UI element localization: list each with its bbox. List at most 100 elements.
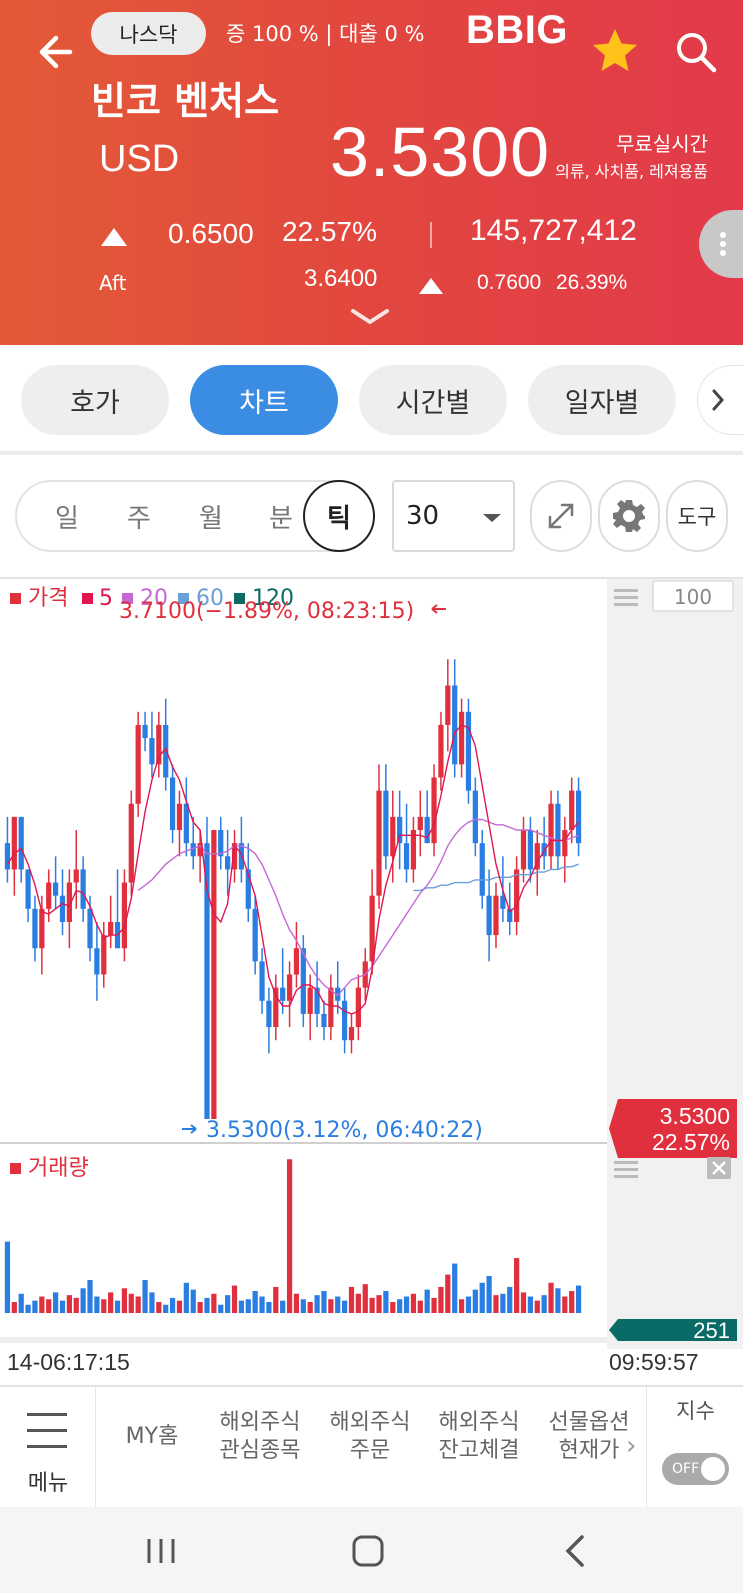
volume-bar (4, 1241, 11, 1313)
interval-select[interactable]: 30 (392, 480, 515, 552)
recent-apps-button[interactable] (137, 1527, 185, 1575)
drawing-tools-button[interactable]: 도구 (666, 480, 728, 552)
volume-bar (472, 1289, 478, 1313)
system-navigation-bar (0, 1507, 743, 1593)
volume-bar (293, 1293, 300, 1313)
candle-body (445, 685, 451, 725)
favorite-button[interactable] (590, 26, 640, 76)
candle-body (25, 869, 31, 909)
high-annotation: 3.7100(−1.89%, 08:23:15) (119, 599, 414, 624)
candle-body (341, 1000, 348, 1041)
volume-bar (438, 1286, 444, 1313)
price-chart[interactable]: 3.70003.68003.66003.64003.62003.60003.58… (0, 579, 743, 1349)
nav-order[interactable]: 해외주식 주문 (315, 1409, 425, 1465)
candle-body (39, 908, 45, 949)
chart-scrollbar[interactable] (0, 1337, 607, 1343)
menu-button[interactable]: 메뉴 (0, 1387, 96, 1507)
period-minute[interactable]: 분 (251, 482, 311, 550)
tab-by-date[interactable]: 일자별 (528, 365, 676, 435)
gear-icon (613, 500, 645, 532)
candle-body (32, 908, 38, 949)
hamburger-icon (27, 1413, 67, 1461)
nav-my-home[interactable]: MY홈 (97, 1423, 207, 1451)
nav-balance[interactable]: 해외주식 잔고체결 (424, 1409, 534, 1465)
after-hours-label: Aft (99, 271, 127, 295)
nav-watchlist[interactable]: 해외주식 관심종목 (205, 1409, 315, 1465)
close-icon[interactable] (707, 1157, 731, 1179)
expand-header-button[interactable] (349, 306, 391, 328)
after-hours-change-percent: 26.39% (556, 271, 628, 294)
volume-bar (321, 1291, 327, 1313)
volume-bar (493, 1295, 499, 1313)
arrow-left-icon (431, 604, 446, 614)
home-button[interactable] (344, 1527, 392, 1575)
volume-bar (39, 1296, 45, 1313)
exchange-badge: 나스닥 (91, 12, 206, 55)
nav-label: 해외주식 (329, 1410, 411, 1435)
volume-bar (32, 1300, 38, 1313)
period-tick[interactable]: 틱 (303, 480, 375, 552)
current-pct-tag-value: 22.57% (652, 1129, 730, 1155)
volume-bar (169, 1297, 176, 1313)
chart-settings-button[interactable] (598, 480, 660, 552)
candle-body (225, 856, 231, 870)
candle-body (424, 816, 430, 844)
volume-bar (197, 1302, 203, 1313)
period-day[interactable]: 일 (37, 482, 97, 550)
price-change-percent: 22.57% (282, 216, 377, 247)
candle-body (87, 908, 93, 949)
volume-bar (18, 1293, 24, 1313)
current-price: 3.5300 (330, 113, 551, 191)
handle-lines-icon[interactable] (614, 589, 638, 606)
volume-bar (66, 1295, 72, 1313)
volume-bar (73, 1297, 79, 1313)
chevron-right-icon[interactable]: › (626, 1431, 636, 1461)
chart-area[interactable]: 3.70003.68003.66003.64003.62003.60003.58… (0, 579, 743, 1382)
candle-body (390, 816, 396, 857)
index-toggle[interactable]: OFF (662, 1453, 729, 1485)
back-button[interactable] (34, 30, 78, 74)
axis-panel (607, 579, 743, 1349)
company-name: 빈코 벤처스 (91, 79, 280, 123)
app-screen: 나스닥 증 100 % | 대출 0 % BBIG 빈코 벤처스 USD 3.5… (0, 0, 743, 1593)
handle-lines-icon[interactable] (614, 1161, 638, 1178)
time-start: 14-06:17:15 (7, 1349, 130, 1375)
candle-body (169, 777, 176, 831)
volume-bar (514, 1258, 520, 1313)
candle-body (128, 803, 134, 883)
candle-body (328, 987, 334, 1028)
more-vertical-icon (720, 232, 726, 256)
volume-bar (541, 1295, 547, 1313)
search-button[interactable] (674, 30, 718, 74)
volume-bar (183, 1282, 189, 1313)
candle-body (280, 987, 286, 1001)
tab-orderbook[interactable]: 호가 (21, 365, 169, 435)
period-week[interactable]: 주 (109, 482, 169, 550)
volume-bar (59, 1300, 66, 1313)
tab-by-time[interactable]: 시간별 (359, 365, 507, 435)
volume-bar (307, 1302, 313, 1313)
volume-bar (355, 1293, 361, 1313)
candle-body (266, 1000, 272, 1028)
volume-bar (101, 1299, 107, 1313)
legend-swatch (10, 1163, 21, 1174)
tabs-scroll-right-button[interactable] (697, 365, 743, 435)
nav-label: 잔고체결 (438, 1438, 520, 1463)
candle-body (348, 1027, 355, 1041)
volume-bar (575, 1285, 582, 1313)
candle-body (108, 921, 114, 936)
candle-body (149, 738, 155, 765)
candle-body (94, 948, 100, 975)
more-options-button[interactable] (699, 210, 743, 278)
fullscreen-button[interactable] (530, 480, 592, 552)
system-back-button[interactable] (552, 1527, 600, 1575)
tab-chart[interactable]: 차트 (190, 365, 338, 435)
volume-bar (218, 1304, 224, 1313)
volume-bar (87, 1280, 93, 1313)
volume-bar (562, 1296, 568, 1313)
volume-bar (108, 1292, 114, 1313)
volume-bar (80, 1288, 86, 1313)
volume-bar (314, 1295, 320, 1313)
legend-swatch (82, 593, 93, 604)
period-month[interactable]: 월 (181, 482, 241, 550)
